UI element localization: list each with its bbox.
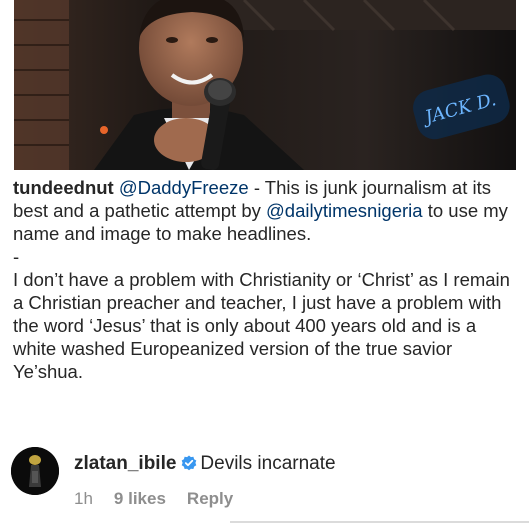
comment-time: 1h [74, 489, 93, 508]
comment-meta: 1h 9 likes Reply [74, 489, 254, 509]
mention-daddyfreeze[interactable]: @DaddyFreeze [119, 177, 249, 198]
post-image: JACK D. [14, 0, 516, 170]
avatar[interactable] [11, 447, 59, 495]
comment-text: Devils incarnate [200, 453, 336, 474]
mention-dailytimesnigeria[interactable]: @dailytimesnigeria [266, 200, 423, 221]
reply-button[interactable]: Reply [187, 489, 233, 508]
comment-body: zlatan_ibile Devils incarnate [74, 453, 336, 475]
caption-paragraph-2: I don’t have a problem with Christianity… [13, 269, 510, 382]
comment-item: zlatan_ibile Devils incarnate 1h 9 likes Re… [0, 440, 529, 525]
divider [230, 521, 529, 523]
comment-likes[interactable]: 9 likes [114, 489, 166, 508]
post-username[interactable]: tundeednut [13, 177, 114, 198]
caption-separator: - [13, 246, 20, 267]
caption-paragraph-1: tundeednut @DaddyFreeze - This is junk j… [13, 176, 523, 245]
comment-username[interactable]: zlatan_ibile [74, 453, 176, 474]
verified-badge-icon [181, 455, 197, 471]
post-caption: tundeednut @DaddyFreeze - This is junk j… [13, 176, 523, 383]
